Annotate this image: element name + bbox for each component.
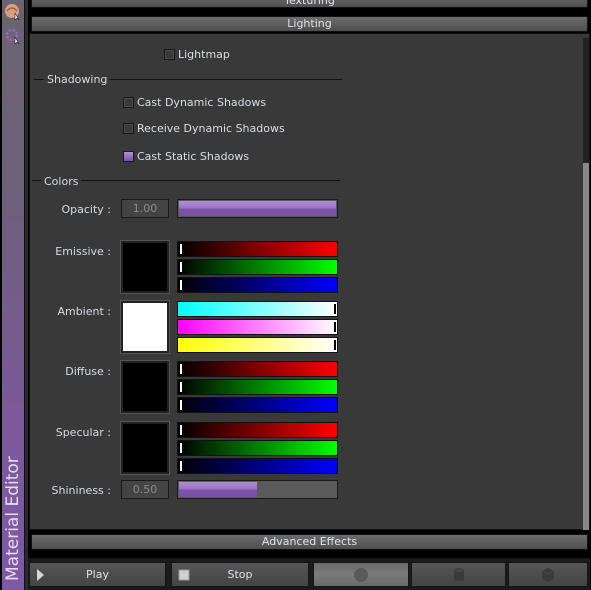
receive-dynamic-shadows-checkbox[interactable] — [123, 123, 134, 134]
colors-group-title: Colors — [41, 175, 82, 188]
stop-button[interactable]: Stop — [171, 562, 309, 587]
slider-handle[interactable] — [180, 280, 182, 290]
lightmap-checkbox-row[interactable]: Lightmap — [164, 48, 230, 61]
ambient-label: Ambient : — [57, 305, 111, 318]
sidebar: Material Editor — [2, 0, 24, 590]
cast-static-shadows-row[interactable]: Cast Static Shadows — [123, 150, 249, 163]
slider-handle[interactable] — [334, 322, 336, 332]
shininess-slider-fill — [179, 482, 257, 497]
emissive-label: Emissive : — [55, 245, 111, 258]
preview-sphere-button[interactable] — [313, 562, 409, 587]
play-button[interactable]: Play — [29, 562, 166, 587]
cylinder-icon — [453, 568, 464, 581]
material-sphere-icon[interactable] — [4, 3, 22, 21]
shininess-label: Shininess : — [51, 484, 111, 497]
scrollbar-thumb[interactable] — [583, 163, 589, 530]
shininess-slider[interactable] — [177, 480, 338, 499]
lightmap-label: Lightmap — [178, 48, 230, 61]
slider-handle[interactable] — [180, 443, 182, 453]
ambient-color-swatch[interactable] — [120, 300, 170, 354]
slider-handle[interactable] — [180, 382, 182, 392]
shadowing-group-title: Shadowing — [44, 73, 111, 86]
opacity-slider-fill — [179, 201, 336, 216]
emissive-green-slider[interactable] — [177, 259, 338, 275]
ambient-red-slider[interactable] — [177, 301, 338, 317]
cast-static-shadows-checkbox[interactable] — [123, 151, 134, 162]
opacity-slider[interactable] — [177, 199, 338, 218]
section-header-lighting[interactable]: Lighting — [31, 16, 588, 32]
cast-static-shadows-label: Cast Static Shadows — [137, 150, 250, 163]
lightmap-checkbox[interactable] — [164, 49, 175, 60]
opacity-label: Opacity : — [61, 203, 111, 216]
slider-handle[interactable] — [180, 461, 182, 471]
diffuse-blue-slider[interactable] — [177, 397, 338, 413]
cast-dynamic-shadows-row[interactable]: Cast Dynamic Shadows — [123, 96, 266, 109]
diffuse-red-slider[interactable] — [177, 361, 338, 377]
opacity-value-field[interactable]: 1.00 — [121, 199, 169, 218]
slider-handle[interactable] — [180, 364, 182, 374]
gear-settings-icon[interactable] — [4, 27, 22, 45]
diffuse-color-swatch[interactable] — [120, 360, 170, 414]
slider-handle[interactable] — [180, 400, 182, 410]
emissive-blue-slider[interactable] — [177, 277, 338, 293]
receive-dynamic-shadows-row[interactable]: Receive Dynamic Shadows — [123, 122, 285, 135]
sphere-icon — [354, 568, 368, 582]
preview-cylinder-button[interactable] — [411, 562, 506, 587]
emissive-red-slider[interactable] — [177, 241, 338, 257]
play-button-label: Play — [86, 568, 109, 581]
stop-icon — [178, 569, 190, 581]
slider-handle[interactable] — [180, 262, 182, 272]
slider-handle[interactable] — [180, 425, 182, 435]
receive-dynamic-shadows-label: Receive Dynamic Shadows — [137, 122, 285, 135]
specular-red-slider[interactable] — [177, 422, 338, 438]
diffuse-label: Diffuse : — [65, 365, 111, 378]
cast-dynamic-shadows-checkbox[interactable] — [123, 97, 134, 108]
slider-handle[interactable] — [334, 340, 336, 350]
ambient-green-slider[interactable] — [177, 319, 338, 335]
specular-color-swatch[interactable] — [120, 421, 170, 475]
emissive-color-swatch[interactable] — [120, 240, 170, 294]
cube-icon — [541, 568, 555, 582]
cast-dynamic-shadows-label: Cast Dynamic Shadows — [137, 96, 267, 109]
slider-handle[interactable] — [180, 244, 182, 254]
panel-title: Material Editor — [3, 456, 23, 581]
shininess-value-field[interactable]: 0.50 — [121, 480, 169, 499]
preview-cube-button[interactable] — [508, 562, 588, 587]
diffuse-green-slider[interactable] — [177, 379, 338, 395]
specular-blue-slider[interactable] — [177, 458, 338, 474]
slider-handle[interactable] — [334, 304, 336, 314]
ambient-blue-slider[interactable] — [177, 337, 338, 353]
specular-green-slider[interactable] — [177, 440, 338, 456]
section-header-advanced-effects[interactable]: Advanced Effects — [31, 534, 588, 550]
stop-button-label: Stop — [227, 568, 253, 581]
specular-label: Specular : — [55, 426, 111, 439]
play-icon — [37, 569, 44, 581]
section-header-texturing[interactable]: Texturing — [31, 0, 588, 8]
sidebar-divider — [24, 0, 28, 590]
